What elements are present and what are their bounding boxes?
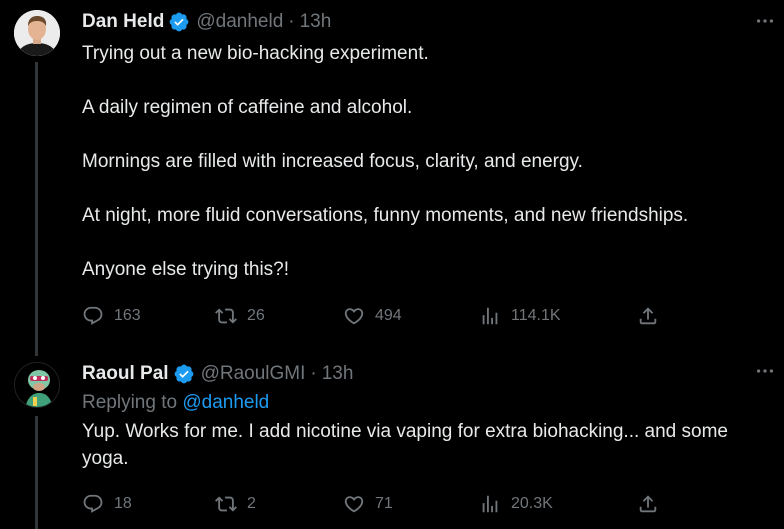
like-count: 494	[375, 307, 402, 324]
retweet-icon	[215, 496, 237, 512]
reply-button[interactable]: 18	[82, 493, 132, 515]
author-handle[interactable]: @RaoulGMI	[201, 363, 306, 385]
share-icon	[639, 307, 657, 325]
like-button[interactable]: 494	[343, 305, 402, 327]
tweet-actions: 18 2 71 20.3K	[0, 492, 657, 516]
views-count: 114.1K	[511, 307, 561, 324]
views-count: 20.3K	[511, 495, 553, 512]
reply-icon	[83, 306, 103, 325]
like-button[interactable]: 71	[343, 493, 393, 515]
tweet-body: Trying out a new bio-hacking experiment.…	[82, 40, 772, 283]
tweet-paragraph: At night, more fluid conversations, funn…	[82, 205, 689, 226]
share-button[interactable]	[637, 305, 659, 327]
views-button[interactable]: 114.1K	[479, 305, 561, 327]
thread-line	[35, 350, 38, 356]
author-handle[interactable]: @danheld	[196, 11, 283, 33]
author-name[interactable]: Dan Held	[82, 11, 164, 33]
tweet-paragraph: A daily regimen of caffeine and alcohol.	[82, 97, 413, 118]
reply-count: 18	[114, 495, 132, 512]
avatar-raoul-pal[interactable]	[14, 362, 60, 408]
verified-icon	[168, 11, 190, 33]
timestamp[interactable]: 13h	[322, 363, 354, 385]
views-button[interactable]: 20.3K	[479, 493, 553, 515]
retweet-count: 26	[247, 307, 265, 324]
tweet-header: Dan Held @danheld · 13h	[82, 10, 772, 34]
reply-button[interactable]: 163	[82, 305, 141, 327]
retweet-button[interactable]: 26	[215, 305, 265, 327]
like-icon	[344, 496, 364, 513]
more-icon[interactable]	[754, 10, 776, 32]
tweet-raoul-pal[interactable]: Raoul Pal @RaoulGMI · 13h Replying to @d…	[0, 350, 784, 529]
tweet-body: Yup. Works for me. I add nicotine via va…	[82, 418, 772, 472]
retweet-count: 2	[247, 495, 256, 512]
tweet-dan-held[interactable]: Dan Held @danheld · 13h Trying out a new…	[0, 0, 784, 350]
author-name[interactable]: Raoul Pal	[82, 363, 169, 385]
replying-to: Replying to @danheld	[82, 392, 772, 414]
avatar-dan-held[interactable]	[14, 10, 60, 56]
tweet-text: Yup. Works for me. I add nicotine via va…	[82, 421, 728, 469]
tweet-paragraph: Anyone else trying this?!	[82, 259, 290, 280]
timestamp[interactable]: 13h	[300, 11, 332, 33]
retweet-icon	[215, 308, 237, 324]
tweet-paragraph: Mornings are filled with increased focus…	[82, 151, 583, 172]
reply-icon	[83, 494, 103, 513]
separator-dot: ·	[310, 363, 317, 384]
separator-dot: ·	[288, 11, 295, 32]
like-count: 71	[375, 495, 393, 512]
more-icon[interactable]	[754, 360, 776, 382]
share-icon	[639, 495, 657, 513]
views-icon	[482, 307, 498, 325]
replying-to-label: Replying to	[82, 392, 178, 413]
tweet-header: Raoul Pal @RaoulGMI · 13h	[82, 362, 772, 386]
verified-icon	[173, 363, 195, 385]
mention-link[interactable]: @danheld	[182, 392, 269, 413]
retweet-button[interactable]: 2	[215, 493, 256, 515]
views-icon	[482, 495, 498, 513]
share-button[interactable]	[637, 493, 659, 515]
like-icon	[344, 308, 364, 325]
tweet-actions: 163 26 494 114.1K	[0, 304, 657, 328]
reply-count: 163	[114, 307, 141, 324]
tweet-paragraph: Trying out a new bio-hacking experiment.	[82, 43, 429, 64]
